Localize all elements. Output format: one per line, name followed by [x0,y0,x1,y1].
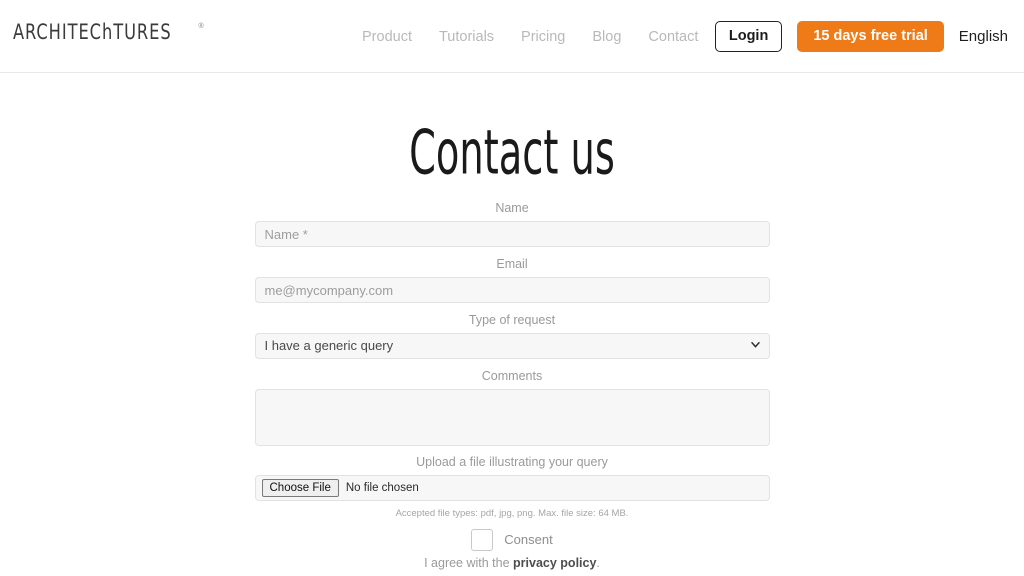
field-upload: Upload a file illustrating your query Ch… [254,454,770,520]
request-type-select-wrap: I have a generic query [254,333,770,359]
email-label: Email [496,257,528,271]
comments-label: Comments [481,369,543,383]
header-actions: Login 15 days free trial English [714,21,1010,52]
page-title: Contact us [409,117,615,189]
free-trial-button[interactable]: 15 days free trial [797,21,944,52]
nav-item-tutorials[interactable]: Tutorials [439,27,494,47]
email-input[interactable] [254,277,770,303]
privacy-policy-link[interactable]: privacy policy [513,556,596,570]
nav-item-contact[interactable]: Contact [648,27,698,47]
request-type-select[interactable]: I have a generic query [254,333,770,359]
site-header: ARCHITEChTURES ® Product Tutorials Prici… [0,0,1024,73]
site-logo[interactable]: ARCHITEChTURES ® [13,22,204,43]
file-input[interactable]: Choose File No file chosen [254,475,770,501]
upload-hint: Accepted file types: pdf, jpg, png. Max.… [395,508,629,519]
choose-file-button[interactable]: Choose File [261,479,339,497]
field-email: Email [254,256,770,303]
name-input[interactable] [254,221,770,247]
logo-wordmark: ARCHITEChTURES [13,20,172,44]
name-label: Name [495,201,529,215]
comments-textarea[interactable] [254,389,770,446]
nav-item-blog[interactable]: Blog [592,27,621,47]
contact-page: Contact us Name Email Type of request I … [0,73,1024,572]
login-button[interactable]: Login [714,21,783,52]
trademark-icon: ® [198,23,204,30]
nav-item-pricing[interactable]: Pricing [521,27,565,47]
field-comments: Comments [254,368,770,446]
nav-item-product[interactable]: Product [362,27,412,47]
language-selector[interactable]: English [959,28,1010,45]
consent-label: Consent [504,532,553,547]
agreement-suffix: . [596,556,600,570]
field-request-type: Type of request I have a generic query [254,312,770,359]
request-type-label: Type of request [468,313,556,327]
file-status-text: No file chosen [345,482,419,494]
agreement-text: I agree with the privacy policy. [255,555,770,572]
primary-navigation: Product Tutorials Pricing Blog Contact [362,27,698,47]
field-name: Name [254,200,770,247]
agreement-prefix: I agree with the [424,556,514,570]
consent-row: Consent [255,529,770,551]
contact-form: Name Email Type of request I have a gene… [254,167,770,572]
consent-checkbox[interactable] [471,529,494,551]
upload-label: Upload a file illustrating your query [416,455,608,469]
